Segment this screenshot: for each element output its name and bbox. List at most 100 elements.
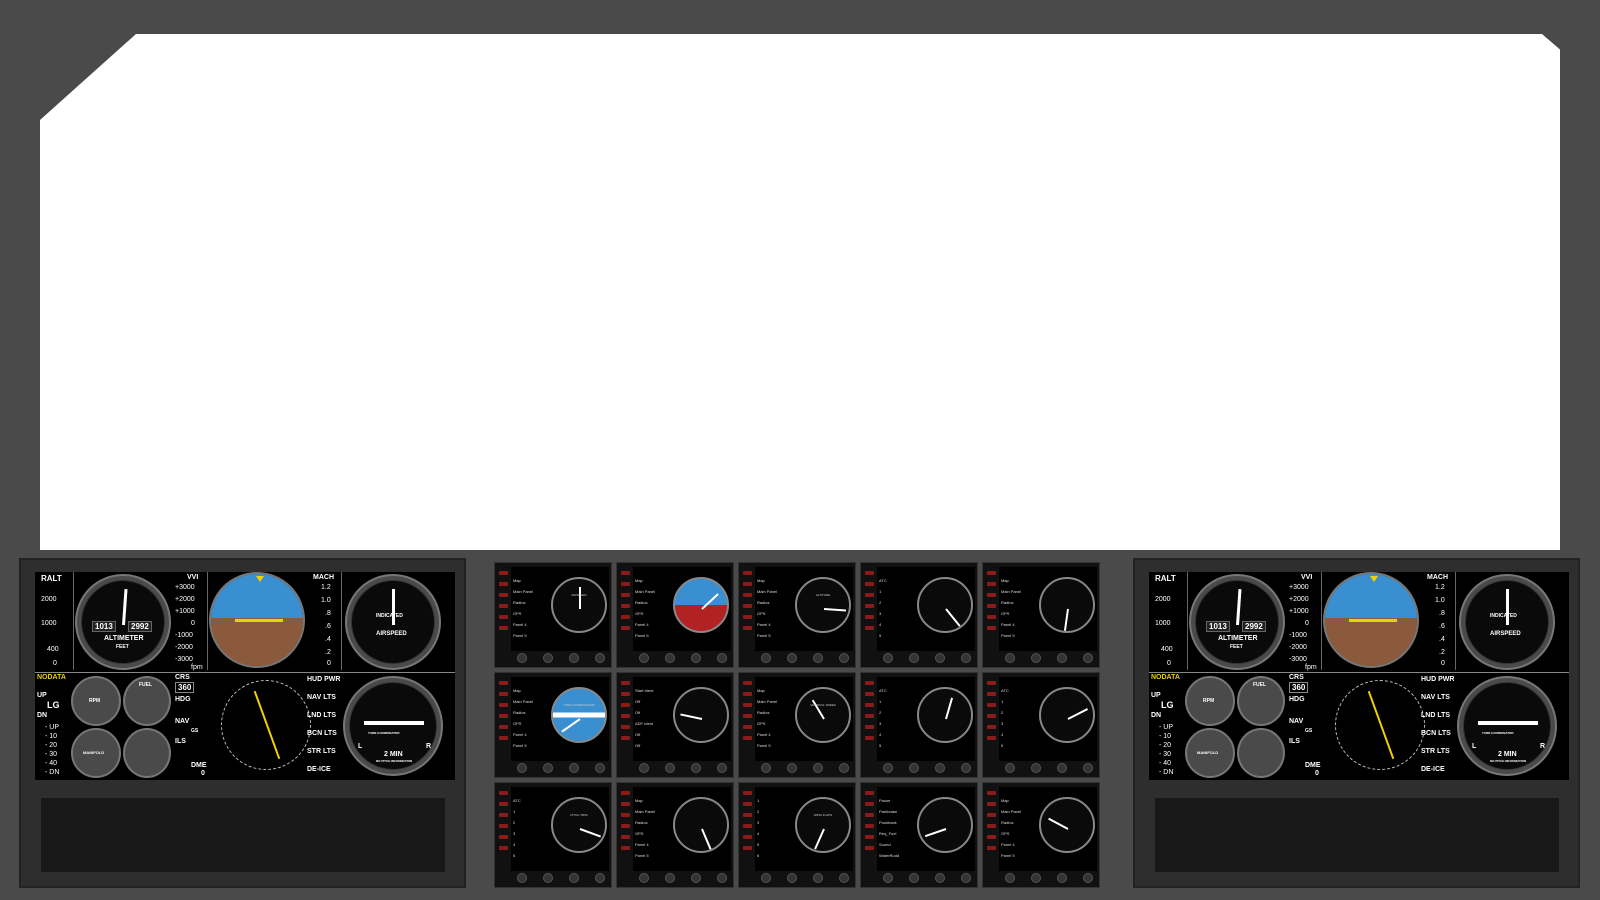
panel-menu-item[interactable]: 5 — [1001, 740, 1009, 751]
panel-menu-item[interactable]: Main Panel — [513, 696, 533, 707]
panel-side-button[interactable] — [987, 626, 996, 630]
panel-side-button[interactable] — [987, 835, 996, 839]
panel-side-button[interactable] — [743, 681, 752, 685]
panel-knob[interactable] — [1083, 763, 1093, 773]
panel-knob[interactable] — [761, 653, 771, 663]
panel-side-button[interactable] — [987, 604, 996, 608]
switch-lnd-lts[interactable]: LND LTS — [1421, 712, 1450, 719]
panel-side-button[interactable] — [621, 835, 630, 839]
panel-menu-item[interactable]: GPS — [757, 718, 777, 729]
panel-knob[interactable] — [1005, 873, 1015, 883]
panel-side-button[interactable] — [865, 703, 874, 707]
panel-side-button[interactable] — [987, 692, 996, 696]
panel-side-button[interactable] — [865, 615, 874, 619]
panel-side-button[interactable] — [743, 703, 752, 707]
panel-side-button[interactable] — [743, 846, 752, 850]
panel-menu-item[interactable]: Radios — [757, 707, 777, 718]
panel-side-button[interactable] — [499, 824, 508, 828]
panel-knob[interactable] — [813, 763, 823, 773]
panel-side-button[interactable] — [865, 802, 874, 806]
panel-menu-item[interactable]: Panel 4 — [1001, 619, 1021, 630]
panel-knob[interactable] — [543, 873, 553, 883]
panel-side-button[interactable] — [865, 604, 874, 608]
panel-side-button[interactable] — [865, 626, 874, 630]
panel-menu-item[interactable]: 4 — [513, 839, 521, 850]
panel-side-button[interactable] — [987, 824, 996, 828]
panel-menu-item[interactable]: 2 — [513, 817, 521, 828]
panel-side-button[interactable] — [621, 593, 630, 597]
switch-str-lts[interactable]: STR LTS — [1421, 748, 1450, 755]
panel-side-button[interactable] — [499, 725, 508, 729]
panel-menu-item[interactable]: ATC — [879, 575, 887, 586]
panel-side-button[interactable] — [621, 714, 630, 718]
panel-knob[interactable] — [787, 653, 797, 663]
panel-menu-item[interactable]: Panel 4 — [635, 839, 655, 850]
panel-menu-item[interactable]: Main Panel — [635, 806, 655, 817]
panel-menu-item[interactable]: GPS — [1001, 608, 1021, 619]
panel-side-button[interactable] — [987, 813, 996, 817]
panel-side-button[interactable] — [499, 626, 508, 630]
panel-knob[interactable] — [787, 873, 797, 883]
panel-menu-item[interactable]: ATC — [513, 795, 521, 806]
panel-menu-item[interactable]: Panel 4 — [635, 619, 655, 630]
panel-menu-item[interactable]: Main Panel — [1001, 586, 1021, 597]
panel-knob[interactable] — [595, 873, 605, 883]
panel-menu-item[interactable]: 4 — [757, 828, 759, 839]
panel-menu-item[interactable]: 5 — [513, 850, 521, 861]
panel-menu-item[interactable]: Panel 5 — [1001, 850, 1021, 861]
panel-menu-item[interactable]: 5 — [757, 839, 759, 850]
panel-side-button[interactable] — [621, 736, 630, 740]
switch-bcn-lts[interactable]: BCN LTS — [307, 730, 337, 737]
panel-side-button[interactable] — [743, 714, 752, 718]
panel-menu-item[interactable]: Panel 5 — [635, 630, 655, 641]
panel-side-button[interactable] — [499, 835, 508, 839]
panel-menu-item[interactable]: Radios — [1001, 817, 1021, 828]
panel-side-button[interactable] — [499, 681, 508, 685]
panel-knob[interactable] — [569, 873, 579, 883]
panel-side-button[interactable] — [987, 582, 996, 586]
panel-knob[interactable] — [909, 763, 919, 773]
panel-side-button[interactable] — [865, 736, 874, 740]
panel-side-button[interactable] — [743, 593, 752, 597]
panel-knob[interactable] — [1057, 653, 1067, 663]
panel-side-button[interactable] — [865, 714, 874, 718]
panel-side-button[interactable] — [743, 791, 752, 795]
panel-menu-item[interactable]: 2 — [879, 707, 887, 718]
panel-menu-item[interactable]: GPS — [513, 608, 533, 619]
panel-side-button[interactable] — [743, 615, 752, 619]
panel-menu-item[interactable]: ATC — [1001, 685, 1009, 696]
panel-knob[interactable] — [691, 763, 701, 773]
panel-menu-item[interactable]: Radios — [513, 597, 533, 608]
panel-menu-item[interactable]: Off — [635, 740, 653, 751]
panel-side-button[interactable] — [865, 681, 874, 685]
panel-menu-item[interactable]: 1 — [879, 586, 887, 597]
panel-knob[interactable] — [595, 653, 605, 663]
panel-knob[interactable] — [595, 763, 605, 773]
panel-side-button[interactable] — [865, 593, 874, 597]
panel-menu-item[interactable]: Panel 5 — [757, 740, 777, 751]
panel-menu-item[interactable]: Radios — [635, 597, 655, 608]
panel-menu-item[interactable]: GPS — [635, 828, 655, 839]
panel-knob[interactable] — [839, 873, 849, 883]
panel-side-button[interactable] — [743, 571, 752, 575]
panel-side-button[interactable] — [621, 802, 630, 806]
panel-side-button[interactable] — [743, 725, 752, 729]
panel-menu-item[interactable]: Pushback — [879, 817, 899, 828]
panel-menu-item[interactable]: ATC — [879, 685, 887, 696]
panel-side-button[interactable] — [621, 846, 630, 850]
panel-knob[interactable] — [961, 873, 971, 883]
panel-knob[interactable] — [543, 763, 553, 773]
panel-knob[interactable] — [665, 873, 675, 883]
panel-menu-item[interactable]: GPS — [635, 608, 655, 619]
switch-bcn-lts[interactable]: BCN LTS — [1421, 730, 1451, 737]
panel-menu-item[interactable]: Radios — [635, 817, 655, 828]
panel-menu-item[interactable]: Pause — [879, 795, 899, 806]
panel-menu-item[interactable]: 6 — [757, 850, 759, 861]
panel-side-button[interactable] — [743, 604, 752, 608]
panel-side-button[interactable] — [621, 824, 630, 828]
panel-knob[interactable] — [961, 763, 971, 773]
panel-menu-item[interactable]: 3 — [879, 608, 887, 619]
panel-menu-item[interactable]: 5 — [879, 740, 887, 751]
panel-menu-item[interactable]: 1 — [757, 795, 759, 806]
panel-side-button[interactable] — [621, 725, 630, 729]
